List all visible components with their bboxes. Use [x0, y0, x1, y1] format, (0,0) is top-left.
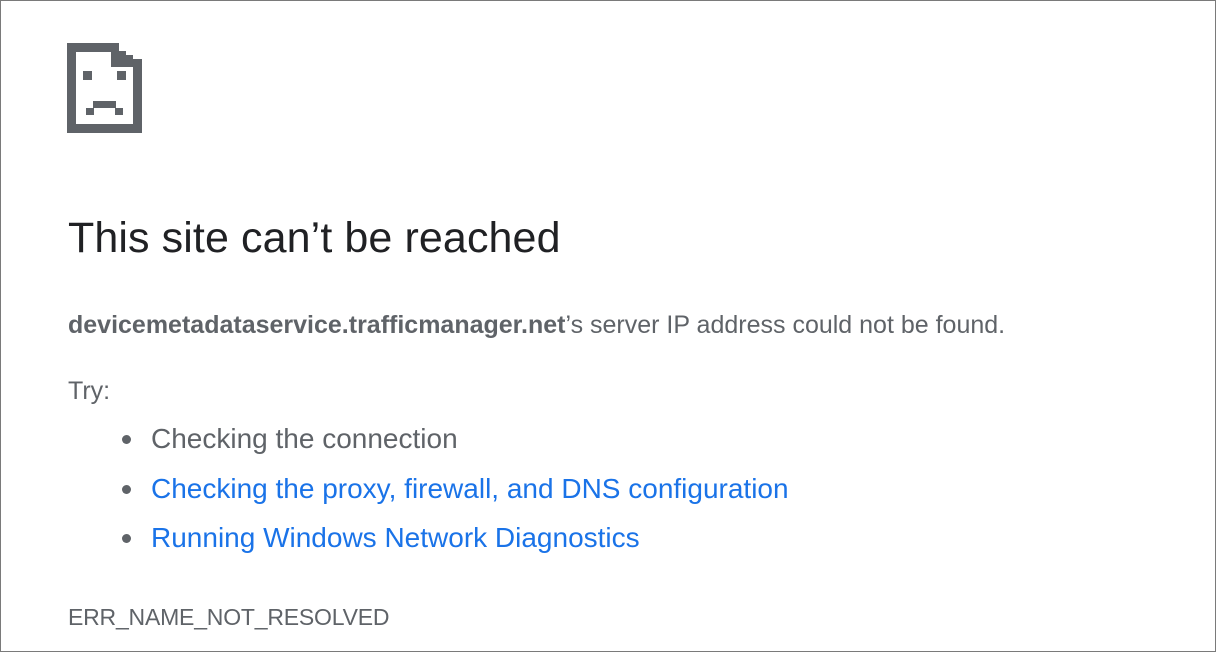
suggestion-text: Checking the connection [151, 423, 458, 454]
suggestion-check-connection: Checking the connection [122, 421, 789, 471]
suggestions-list: Checking the connection Checking the pro… [122, 421, 789, 570]
run-network-diagnostics-link[interactable]: Running Windows Network Diagnostics [151, 522, 640, 553]
suggestion-check-proxy-firewall-dns: Checking the proxy, firewall, and DNS co… [122, 471, 789, 521]
sad-page-icon [67, 43, 143, 135]
page-title: This site can’t be reached [68, 214, 561, 262]
bullet-icon [122, 534, 131, 543]
bullet-icon [122, 435, 131, 444]
host-name: devicemetadataservice.trafficmanager.net [68, 311, 566, 339]
browser-content-area: This site can’t be reached devicemetadat… [0, 0, 1216, 652]
error-summary: devicemetadataservice.trafficmanager.net… [68, 309, 1005, 342]
try-label: Try: [68, 377, 111, 405]
bullet-icon [122, 484, 131, 494]
suggestion-network-diagnostics: Running Windows Network Diagnostics [122, 520, 789, 570]
check-proxy-firewall-dns-link[interactable]: Checking the proxy, firewall, and DNS co… [151, 473, 789, 504]
error-summary-text: ’s server IP address could not be found. [565, 311, 1006, 339]
error-code: ERR_NAME_NOT_RESOLVED [68, 604, 390, 630]
